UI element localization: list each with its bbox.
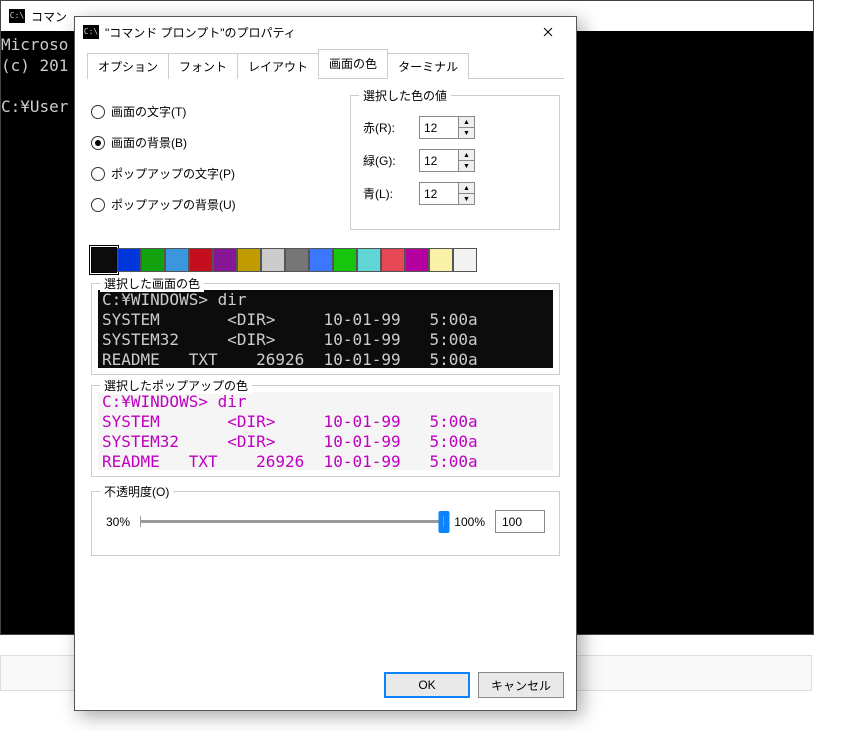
color-swatch[interactable]: [429, 248, 453, 272]
radio-label: ポップアップの背景(U): [111, 196, 236, 213]
rgb-legend: 選択した色の値: [359, 87, 451, 104]
radio-screen-text[interactable]: 画面の文字(T): [91, 103, 334, 120]
screen-preview-group: 選択した画面の色 C:¥WINDOWS> dir SYSTEM <DIR> 10…: [91, 283, 560, 375]
slider-fill: [140, 520, 444, 523]
red-label: 赤(R):: [363, 119, 419, 136]
color-swatch[interactable]: [189, 248, 213, 272]
cancel-button[interactable]: キャンセル: [478, 672, 564, 698]
color-swatch[interactable]: [237, 248, 261, 272]
ok-button[interactable]: OK: [384, 672, 470, 698]
cmd-icon: [83, 25, 99, 39]
opacity-input[interactable]: [495, 510, 545, 533]
tab-bar: オプション フォント レイアウト 画面の色 ターミナル: [87, 53, 564, 79]
spin-up-icon[interactable]: ▲: [459, 117, 474, 128]
opacity-group: 不透明度(O) 30% 100%: [91, 491, 560, 556]
radio-icon: [91, 105, 105, 119]
opacity-min-label: 30%: [106, 515, 130, 529]
green-input[interactable]: [420, 150, 458, 171]
spin-up-icon[interactable]: ▲: [459, 150, 474, 161]
dialog-titlebar[interactable]: "コマンド プロンプト"のプロパティ: [75, 17, 576, 47]
color-palette: [91, 248, 560, 273]
blue-spinner[interactable]: ▲▼: [419, 182, 475, 205]
color-swatch[interactable]: [213, 248, 237, 272]
blue-label: 青(L):: [363, 185, 419, 202]
green-spinner[interactable]: ▲▼: [419, 149, 475, 172]
cmd-icon: [9, 9, 25, 23]
radio-popup-bg[interactable]: ポップアップの背景(U): [91, 196, 334, 213]
spin-down-icon[interactable]: ▼: [459, 161, 474, 171]
rgb-group: 選択した色の値 赤(R): ▲▼ 緑(G):: [350, 95, 560, 230]
red-input[interactable]: [420, 117, 458, 138]
opacity-max-label: 100%: [454, 515, 485, 529]
color-swatch[interactable]: [285, 248, 309, 272]
properties-dialog: "コマンド プロンプト"のプロパティ オプション フォント レイアウト 画面の色…: [74, 16, 577, 711]
popup-preview: C:¥WINDOWS> dir SYSTEM <DIR> 10-01-99 5:…: [98, 392, 553, 470]
color-swatch[interactable]: [309, 248, 333, 272]
close-icon: [543, 27, 553, 37]
radio-label: 画面の背景(B): [111, 134, 187, 151]
spin-up-icon[interactable]: ▲: [459, 183, 474, 194]
color-swatch[interactable]: [333, 248, 357, 272]
red-spinner[interactable]: ▲▼: [419, 116, 475, 139]
screen-preview-legend: 選択した画面の色: [100, 275, 204, 292]
color-target-radios: 画面の文字(T) 画面の背景(B) ポップアップの文字(P) ポップア: [91, 95, 334, 230]
color-swatch[interactable]: [91, 247, 117, 273]
screen-preview: C:¥WINDOWS> dir SYSTEM <DIR> 10-01-99 5:…: [98, 290, 553, 368]
green-label: 緑(G):: [363, 152, 419, 169]
blue-input[interactable]: [420, 183, 458, 204]
opacity-slider[interactable]: [140, 520, 444, 523]
close-button[interactable]: [528, 17, 568, 47]
radio-icon: [91, 198, 105, 212]
color-swatch[interactable]: [405, 248, 429, 272]
dialog-footer: OK キャンセル: [384, 672, 564, 698]
color-swatch[interactable]: [453, 248, 477, 272]
dialog-title-text: "コマンド プロンプト"のプロパティ: [105, 24, 528, 41]
color-swatch[interactable]: [357, 248, 381, 272]
spin-down-icon[interactable]: ▼: [459, 128, 474, 138]
color-swatch[interactable]: [381, 248, 405, 272]
popup-preview-group: 選択したポップアップの色 C:¥WINDOWS> dir SYSTEM <DIR…: [91, 385, 560, 477]
slider-thumb[interactable]: [439, 511, 450, 533]
radio-icon: [91, 167, 105, 181]
color-swatch[interactable]: [165, 248, 189, 272]
tab-options[interactable]: オプション: [87, 53, 169, 79]
radio-popup-text[interactable]: ポップアップの文字(P): [91, 165, 334, 182]
radio-label: 画面の文字(T): [111, 103, 186, 120]
cmd-title-text: コマン: [31, 8, 67, 25]
tab-panel-colors: 画面の文字(T) 画面の背景(B) ポップアップの文字(P) ポップア: [87, 79, 564, 556]
color-swatch[interactable]: [141, 248, 165, 272]
spin-down-icon[interactable]: ▼: [459, 194, 474, 204]
tab-layout[interactable]: レイアウト: [237, 53, 319, 79]
opacity-legend: 不透明度(O): [100, 483, 173, 500]
tab-colors[interactable]: 画面の色: [318, 49, 388, 78]
radio-label: ポップアップの文字(P): [111, 165, 235, 182]
radio-screen-bg[interactable]: 画面の背景(B): [91, 134, 334, 151]
tab-terminal[interactable]: ターミナル: [387, 53, 469, 79]
radio-icon: [91, 136, 105, 150]
popup-preview-legend: 選択したポップアップの色: [100, 377, 252, 394]
color-swatch[interactable]: [117, 248, 141, 272]
tab-font[interactable]: フォント: [168, 53, 238, 79]
color-swatch[interactable]: [261, 248, 285, 272]
